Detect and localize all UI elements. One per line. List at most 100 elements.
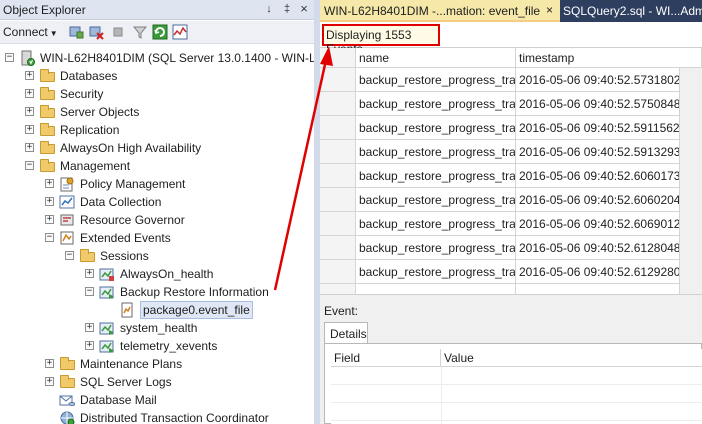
disconnect-icon[interactable]	[88, 24, 104, 40]
tree-node-databases[interactable]: + Databases	[25, 67, 314, 85]
table-row-partial[interactable]	[320, 284, 702, 294]
cell-name: backup_restore_progress_trace	[356, 68, 516, 92]
tree-node-label: Replication	[60, 123, 120, 137]
tree-node-database-mail[interactable]: Database Mail	[45, 391, 314, 409]
pin-icon[interactable]: ‡	[280, 2, 294, 16]
table-row[interactable]: backup_restore_progress_trace 2016-05-06…	[320, 68, 702, 92]
expand-icon[interactable]: +	[85, 323, 94, 332]
cell-timestamp: 2016-05-06 09:40:52.6128048	[516, 236, 680, 260]
row-header[interactable]	[320, 92, 356, 116]
row-header[interactable]	[320, 140, 356, 164]
event-details-panel: Event: Details Field Value	[320, 298, 702, 424]
expand-icon[interactable]: +	[45, 359, 54, 368]
document-area: WIN-L62H8401DIM -...mation: event_file ×…	[320, 0, 702, 424]
details-grid: Field Value	[331, 349, 702, 424]
tab-details[interactable]: Details	[324, 322, 368, 344]
expand-icon[interactable]: +	[45, 197, 54, 206]
expand-icon[interactable]: +	[45, 179, 54, 188]
close-tab-icon[interactable]: ×	[546, 3, 553, 17]
close-icon[interactable]: ×	[297, 2, 311, 16]
window-position-icon[interactable]: ↓	[262, 2, 276, 16]
tree-node-system-health[interactable]: + system_health	[85, 319, 314, 337]
row-header[interactable]	[320, 260, 356, 284]
collapse-icon[interactable]: −	[85, 287, 94, 296]
table-row[interactable]: backup_restore_progress_trace 2016-05-06…	[320, 116, 702, 140]
row-header-corner	[320, 48, 356, 68]
table-row[interactable]: backup_restore_progress_trace 2016-05-06…	[320, 164, 702, 188]
tree-node-backup-restore-information[interactable]: − Backup Restore Information	[85, 283, 314, 301]
row-header[interactable]	[320, 188, 356, 212]
collapse-icon[interactable]: −	[5, 53, 14, 62]
row-header[interactable]	[320, 212, 356, 236]
cell-timestamp: 2016-05-06 09:40:52.6060204	[516, 188, 680, 212]
expand-icon[interactable]: +	[25, 125, 34, 134]
tree-node-server[interactable]: − WIN-L62H8401DIM (SQL Server 13.0.1400 …	[5, 49, 314, 67]
expand-icon[interactable]: +	[45, 215, 54, 224]
activity-monitor-icon[interactable]	[172, 24, 188, 40]
tree-node-server-objects[interactable]: + Server Objects	[25, 103, 314, 121]
tree-node-sql-server-logs[interactable]: + SQL Server Logs	[45, 373, 314, 391]
row-header[interactable]	[320, 164, 356, 188]
stop-icon[interactable]	[110, 24, 126, 40]
cell-timestamp: 2016-05-06 09:40:52.6069012	[516, 212, 680, 236]
column-header-timestamp[interactable]: timestamp	[516, 48, 702, 68]
tab-sqlquery2[interactable]: SQLQuery2.sql - WI...Adm	[563, 4, 702, 18]
expand-icon[interactable]: +	[45, 377, 54, 386]
column-header-value[interactable]: Value	[441, 349, 702, 367]
cell-timestamp: 2016-05-06 09:40:52.5911562	[516, 116, 680, 140]
column-header-name[interactable]: name	[356, 48, 516, 68]
tree-node-label: telemetry_xevents	[120, 339, 218, 353]
tree-node-extended-events[interactable]: − Extended Events	[45, 229, 314, 247]
tree-node-alwayson-health[interactable]: + AlwaysOn_health	[85, 265, 314, 283]
session-icon	[99, 286, 114, 299]
expand-icon[interactable]: +	[25, 89, 34, 98]
refresh-icon[interactable]	[152, 24, 168, 40]
filter-icon[interactable]	[132, 24, 148, 40]
row-header[interactable]	[320, 68, 356, 92]
tree-node-security[interactable]: + Security	[25, 85, 314, 103]
tree-node-event-file[interactable]: package0.event_file	[105, 301, 314, 319]
row-header[interactable]	[320, 284, 356, 294]
table-row[interactable]: backup_restore_progress_trace 2016-05-06…	[320, 260, 702, 284]
table-row[interactable]: backup_restore_progress_trace 2016-05-06…	[320, 140, 702, 164]
expand-icon[interactable]: +	[25, 107, 34, 116]
tree-node-replication[interactable]: + Replication	[25, 121, 314, 139]
tree-node-data-collection[interactable]: + Data Collection	[45, 193, 314, 211]
tree-node-maintenance-plans[interactable]: + Maintenance Plans	[45, 355, 314, 373]
data-collection-icon	[59, 195, 75, 209]
tree-node-distributed-transaction-coordinator[interactable]: Distributed Transaction Coordinator	[45, 409, 314, 424]
expand-icon[interactable]: +	[85, 269, 94, 278]
tree-node-resource-governor[interactable]: + Resource Governor	[45, 211, 314, 229]
tree-node-label: AlwaysOn High Availability	[60, 141, 202, 155]
table-row[interactable]: backup_restore_progress_trace 2016-05-06…	[320, 92, 702, 116]
connect-icon[interactable]	[68, 24, 84, 40]
tab-event-file[interactable]: WIN-L62H8401DIM -...mation: event_file ×	[320, 0, 560, 22]
column-header-field[interactable]: Field	[331, 349, 441, 367]
tree-node-label: WIN-L62H8401DIM (SQL Server 13.0.1400 - …	[40, 51, 314, 65]
table-row[interactable]: backup_restore_progress_trace 2016-05-06…	[320, 188, 702, 212]
collapse-icon[interactable]: −	[25, 161, 34, 170]
collapse-icon[interactable]: −	[45, 233, 54, 242]
expand-icon[interactable]: +	[25, 143, 34, 152]
tree-node-policy-management[interactable]: + Policy Management	[45, 175, 314, 193]
grid-scrollbar[interactable]	[680, 68, 702, 294]
tree-node-alwayson-high-availability[interactable]: + AlwaysOn High Availability	[25, 139, 314, 157]
tree-node-sessions[interactable]: − Sessions	[65, 247, 314, 265]
object-explorer-titlebar: Object Explorer ↓ ‡ ×	[0, 0, 314, 20]
collapse-icon[interactable]: −	[65, 251, 74, 260]
row-header[interactable]	[320, 116, 356, 140]
row-header[interactable]	[320, 236, 356, 260]
tree-node-management[interactable]: − Management	[25, 157, 314, 175]
expand-icon[interactable]: +	[25, 71, 34, 80]
expand-icon[interactable]: +	[85, 341, 94, 350]
chevron-down-icon[interactable]: ▼	[50, 29, 58, 38]
tree-node-label: Policy Management	[80, 177, 186, 191]
session-icon	[99, 268, 114, 281]
tree-node-label: Maintenance Plans	[80, 357, 183, 371]
table-row[interactable]: backup_restore_progress_trace 2016-05-06…	[320, 236, 702, 260]
resource-governor-icon	[60, 214, 74, 226]
connect-button[interactable]: Connect ▼	[3, 25, 58, 39]
tree-node-telemetry-xevents[interactable]: + telemetry_xevents	[85, 337, 314, 355]
table-row[interactable]: backup_restore_progress_trace 2016-05-06…	[320, 212, 702, 236]
folder-icon	[79, 248, 95, 264]
